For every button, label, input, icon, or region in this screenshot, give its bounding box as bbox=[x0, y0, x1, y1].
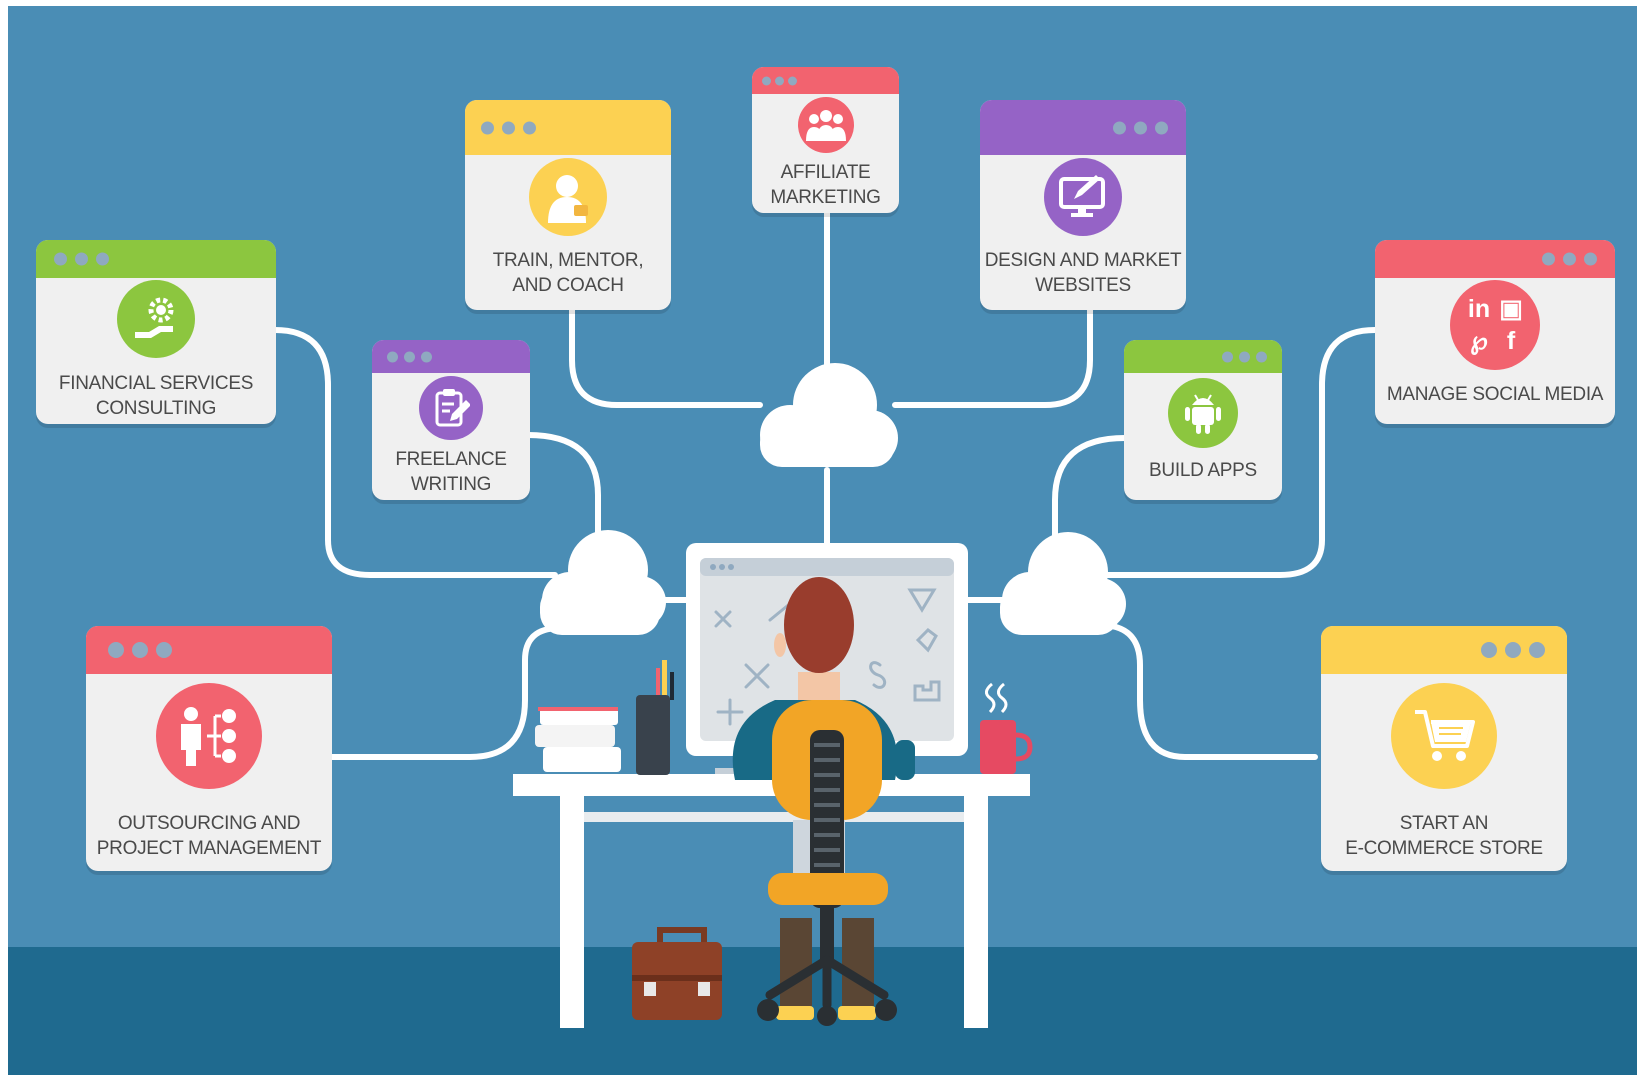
card-titlebar bbox=[980, 100, 1186, 155]
card-titlebar bbox=[372, 340, 530, 373]
card-label: START AN E-COMMERCE STORE bbox=[1345, 813, 1543, 859]
pen-cup bbox=[636, 660, 674, 775]
card-titlebar bbox=[86, 626, 332, 674]
card-financial-services: FINANCIAL SERVICES CONSULTING bbox=[36, 240, 276, 424]
gear-hand-icon bbox=[117, 280, 195, 358]
card-label: DESIGN AND MARKET WEBSITES bbox=[984, 250, 1182, 296]
books bbox=[535, 707, 621, 772]
group-icon bbox=[797, 97, 854, 153]
card-label: AFFILIATE MARKETING bbox=[770, 162, 881, 208]
instagram-icon: ▣ bbox=[1499, 295, 1523, 323]
card-train-mentor-coach: TRAIN, MENTOR, AND COACH bbox=[465, 100, 671, 310]
card-label: TRAIN, MENTOR, AND COACH bbox=[492, 250, 644, 296]
card-affiliate-marketing: AFFILIATE MARKETING bbox=[752, 67, 899, 213]
org-chart-icon bbox=[156, 683, 262, 789]
cloud-right bbox=[1000, 532, 1126, 635]
card-freelance-writing: FREELANCE WRITING bbox=[372, 340, 530, 500]
pinterest-icon: ℘ bbox=[1470, 327, 1488, 355]
person-icon bbox=[529, 158, 607, 236]
card-label: FREELANCE WRITING bbox=[395, 449, 507, 495]
facebook-icon: f bbox=[1506, 327, 1516, 355]
linkedin-icon: in bbox=[1467, 295, 1491, 323]
cloud-left bbox=[540, 530, 666, 635]
card-titlebar bbox=[465, 100, 671, 155]
clipboard-pencil-icon bbox=[419, 376, 483, 440]
card-outsourcing: OUTSOURCING AND PROJECT MANAGEMENT bbox=[86, 626, 332, 871]
monitor-pen-icon bbox=[1044, 158, 1122, 236]
card-label: BUILD APPS bbox=[1149, 460, 1257, 481]
card-design-websites: DESIGN AND MARKET WEBSITES bbox=[980, 100, 1186, 310]
card-titlebar bbox=[1321, 626, 1567, 674]
mug bbox=[980, 682, 1033, 774]
card-label: OUTSOURCING AND PROJECT MANAGEMENT bbox=[96, 813, 322, 859]
android-icon bbox=[1168, 378, 1238, 448]
card-label: FINANCIAL SERVICES CONSULTING bbox=[58, 373, 254, 419]
card-ecommerce: START AN E-COMMERCE STORE bbox=[1321, 626, 1567, 871]
social-media-icon: in ▣ ℘ f bbox=[1450, 280, 1540, 370]
card-build-apps: BUILD APPS bbox=[1124, 340, 1282, 500]
card-titlebar bbox=[1124, 340, 1282, 373]
chair bbox=[757, 700, 897, 1026]
card-titlebar bbox=[1375, 240, 1615, 278]
card-social-media: in ▣ ℘ f MANAGE SOCIAL MEDIA bbox=[1375, 240, 1615, 424]
shopping-cart-icon bbox=[1391, 683, 1497, 789]
card-titlebar bbox=[752, 67, 899, 94]
bag bbox=[632, 927, 722, 1020]
card-label: MANAGE SOCIAL MEDIA bbox=[1386, 384, 1604, 405]
card-titlebar bbox=[36, 240, 276, 278]
cloud-top bbox=[760, 363, 898, 467]
